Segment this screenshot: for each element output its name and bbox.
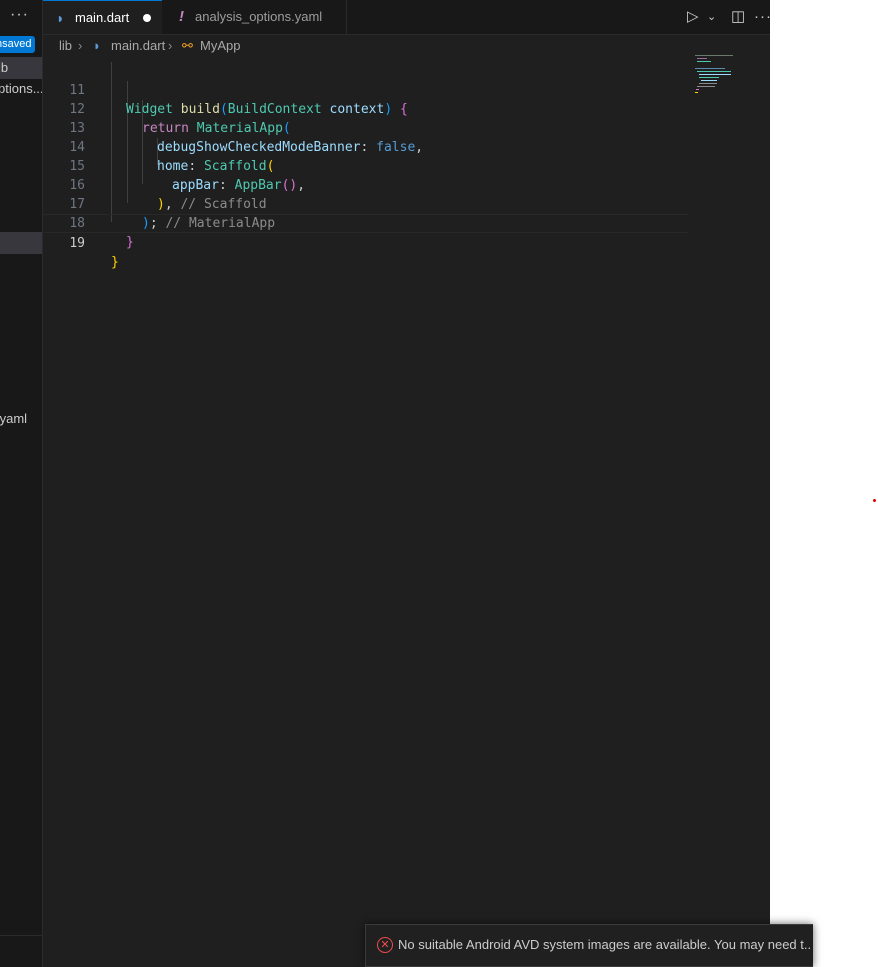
cursor-dot xyxy=(873,499,876,502)
explorer-item-label: .yaml xyxy=(0,411,28,426)
tab-main-dart[interactable]: ◗ main.dart xyxy=(43,0,162,34)
explorer-item-label: ptions... xyxy=(0,81,42,96)
notification-toast[interactable]: ✕ No suitable Android AVD system images … xyxy=(365,924,813,967)
line-number: 19 xyxy=(69,236,85,251)
explorer-item-lib[interactable]: ib xyxy=(0,57,42,79)
tab-analysis-options[interactable]: ! analysis_options.yaml xyxy=(163,0,347,34)
sidebar-divider xyxy=(0,935,42,936)
code-line: 17 ); // MaterialApp xyxy=(43,176,688,231)
explorer-item-label: ib xyxy=(0,60,9,75)
code-line: 18 } xyxy=(43,195,688,250)
sidebar-more-icon[interactable]: ··· xyxy=(10,6,29,24)
tab-bar: ◗ main.dart ! analysis_options.yaml ▷ ⌄ … xyxy=(43,0,772,35)
code-line: 12 return MaterialApp( xyxy=(43,81,688,136)
code-line: 15 appBar: AppBar(), xyxy=(43,138,688,193)
tab-label: main.dart xyxy=(75,10,130,25)
unsaved-dot-icon[interactable] xyxy=(143,14,151,22)
tab-label: analysis_options.yaml xyxy=(195,9,323,24)
explorer-sidebar: ··· nsaved ib ptions... .yaml xyxy=(0,0,43,967)
code-line: 14 home: Scaffold( xyxy=(43,119,688,174)
editor-area: ◗ main.dart ! analysis_options.yaml ▷ ⌄ … xyxy=(43,0,813,967)
error-icon: ✕ xyxy=(377,937,393,953)
explorer-item-yaml[interactable]: .yaml xyxy=(0,408,42,430)
explorer-item-analysis-options[interactable]: ptions... xyxy=(0,78,42,100)
minimap[interactable] xyxy=(695,53,745,98)
chevron-down-icon[interactable]: ⌄ xyxy=(707,0,716,34)
warning-exclamation-icon: ! xyxy=(179,8,184,25)
code-editor[interactable]: 11 Widget build(BuildContext context) { … xyxy=(43,52,688,270)
run-debug-icon[interactable]: ▷ xyxy=(687,0,699,34)
split-editor-icon[interactable]: ◫ xyxy=(731,0,745,34)
code-line: 11 Widget build(BuildContext context) { xyxy=(43,62,688,117)
dart-icon: ◗ xyxy=(56,10,65,26)
unsaved-badge: nsaved xyxy=(0,36,36,53)
code-line: 16 ), // Scaffold xyxy=(43,157,688,212)
notification-message: No suitable Android AVD system images ar… xyxy=(398,937,810,952)
explorer-item-selected[interactable] xyxy=(0,232,42,254)
code-line-current: 19 } xyxy=(43,214,688,270)
code-line: 13 debugShowCheckedModeBanner: false, xyxy=(43,100,688,155)
more-actions-icon[interactable]: ··· xyxy=(754,0,772,34)
